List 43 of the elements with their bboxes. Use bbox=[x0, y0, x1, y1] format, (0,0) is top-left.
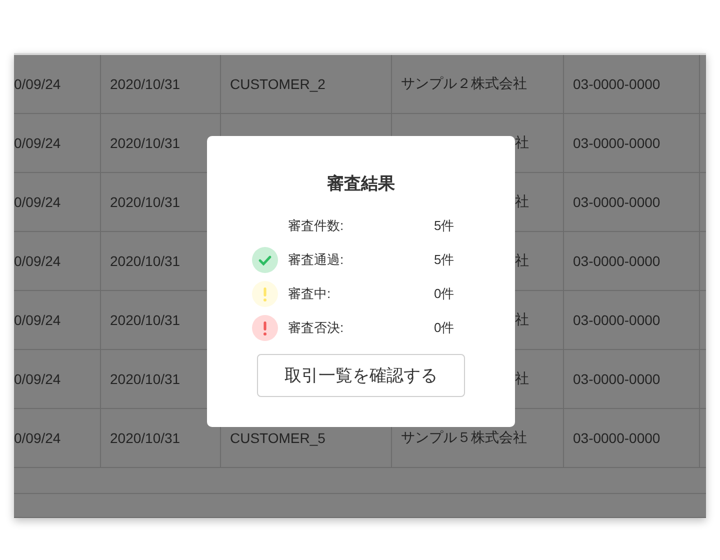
table-cell: 03-0000-0000 bbox=[573, 371, 660, 387]
table-cell: 社 bbox=[515, 370, 529, 388]
table-cell: 0/09/24 bbox=[14, 371, 61, 387]
dialog-title: 審査結果 bbox=[327, 173, 395, 195]
table-cell: サンプル５株式会社 bbox=[401, 429, 527, 447]
table-cell: 03-0000-0000 bbox=[573, 430, 660, 446]
table-cell: 社 bbox=[515, 193, 529, 211]
stat-label: 審査否決: bbox=[288, 319, 345, 337]
table-cell: 0/09/24 bbox=[14, 194, 61, 210]
table-cell: 03-0000-0000 bbox=[573, 253, 660, 269]
exclamation-icon bbox=[252, 281, 278, 307]
table-cell: 社 bbox=[515, 134, 529, 152]
table-cell: 0/09/24 bbox=[14, 76, 61, 92]
table-cell: 2020/10/31 bbox=[110, 312, 180, 328]
stat-value: 5件 bbox=[434, 217, 456, 235]
table-cell: 0/09/24 bbox=[14, 253, 61, 269]
stat-value: 5件 bbox=[434, 251, 456, 269]
stat-value: 0件 bbox=[434, 285, 456, 303]
stat-label: 審査件数: bbox=[288, 217, 345, 235]
table-cell: 社 bbox=[515, 252, 529, 270]
table-cell: 2020/10/31 bbox=[110, 76, 180, 92]
table-cell: 0/09/24 bbox=[14, 312, 61, 328]
table-cell: 03-0000-0000 bbox=[573, 76, 660, 92]
table-cell: CUSTOMER_5 bbox=[230, 430, 326, 446]
confirm-button[interactable]: 取引一覧を確認する bbox=[257, 354, 465, 397]
table-cell: 2020/10/31 bbox=[110, 253, 180, 269]
stat-label: 審査中: bbox=[288, 285, 332, 303]
stat-label: 審査通過: bbox=[288, 251, 345, 269]
table-cell: 2020/10/31 bbox=[110, 430, 180, 446]
table-cell: 03-0000-0000 bbox=[573, 194, 660, 210]
exclamation-icon bbox=[252, 315, 278, 341]
table-cell: CUSTOMER_2 bbox=[230, 76, 326, 92]
table-cell: 2020/10/31 bbox=[110, 135, 180, 151]
table-cell: サンプル２株式会社 bbox=[401, 75, 527, 93]
table-cell: 社 bbox=[515, 311, 529, 329]
table-cell: 03-0000-0000 bbox=[573, 135, 660, 151]
table-cell: 2020/10/31 bbox=[110, 194, 180, 210]
table-cell: 0/09/24 bbox=[14, 430, 61, 446]
stat-value: 0件 bbox=[434, 319, 456, 337]
table-cell: 2020/10/31 bbox=[110, 371, 180, 387]
table-cell: 03-0000-0000 bbox=[573, 312, 660, 328]
check-icon bbox=[252, 247, 278, 273]
table-cell: 0/09/24 bbox=[14, 135, 61, 151]
